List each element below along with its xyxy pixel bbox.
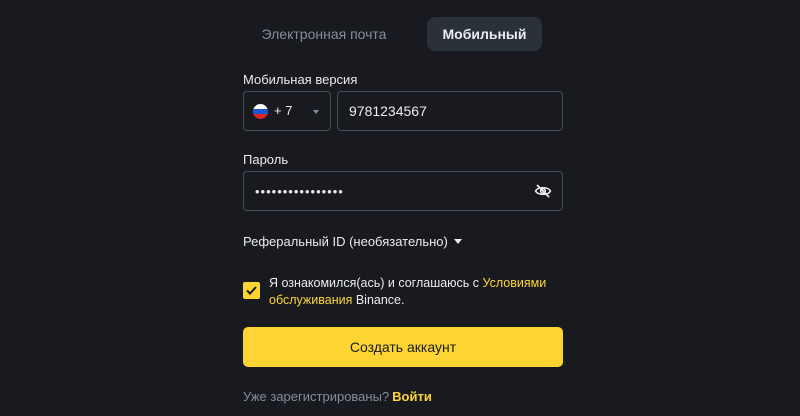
caret-down-icon xyxy=(453,239,462,244)
terms-text-before: Я ознакомился(ась) и соглашаюсь с xyxy=(269,276,483,290)
password-field-wrapper xyxy=(243,171,563,211)
login-link[interactable]: Войти xyxy=(392,389,432,404)
phone-input[interactable] xyxy=(349,92,549,130)
referral-label: Реферальный ID (необязательно) xyxy=(243,234,448,249)
login-prompt: Уже зарегистрированы? Войти xyxy=(243,389,432,404)
tab-mobile[interactable]: Мобильный xyxy=(427,17,542,51)
terms-checkbox[interactable] xyxy=(243,282,260,299)
password-label: Пароль xyxy=(243,152,289,167)
check-icon xyxy=(246,286,257,295)
chevron-down-icon xyxy=(313,110,319,114)
login-question: Уже зарегистрированы? xyxy=(243,389,390,404)
registration-tabs: Электронная почта Мобильный xyxy=(243,17,563,51)
mobile-label: Мобильная версия xyxy=(243,72,358,87)
password-input[interactable] xyxy=(255,172,515,210)
create-account-button[interactable]: Создать аккаунт xyxy=(243,327,563,367)
country-code: + 7 xyxy=(274,103,293,118)
eye-slash-icon[interactable] xyxy=(534,183,552,199)
country-code-select[interactable]: + 7 xyxy=(243,91,331,131)
phone-field-wrapper xyxy=(337,91,563,131)
referral-toggle[interactable]: Реферальный ID (необязательно) xyxy=(243,234,462,249)
russia-flag-icon xyxy=(253,104,268,119)
terms-text: Я ознакомился(ась) и соглашаюсь с Услови… xyxy=(269,275,569,309)
tab-email[interactable]: Электронная почта xyxy=(243,17,405,51)
terms-text-after: Binance. xyxy=(352,293,405,307)
